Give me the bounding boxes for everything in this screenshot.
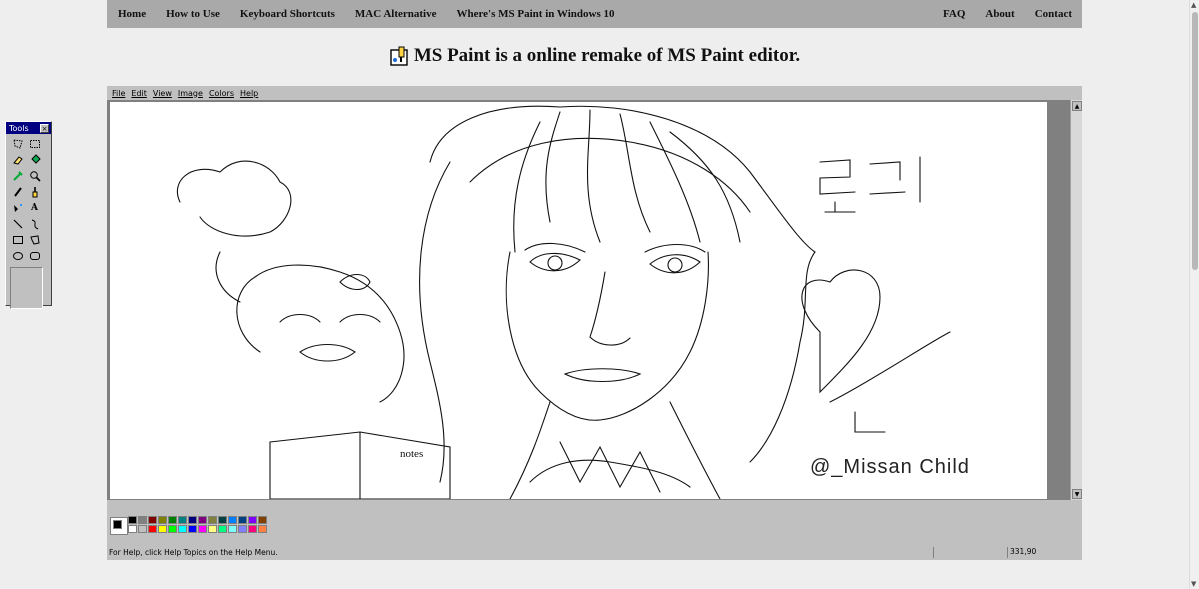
color-swatch[interactable] <box>238 525 247 533</box>
paint-app: File Edit View Image Colors Help notes @… <box>107 86 1082 560</box>
page-scrollbar[interactable]: ▲ ▼ <box>1189 0 1199 589</box>
page-scroll-thumb[interactable] <box>1192 12 1198 270</box>
color-swatch[interactable] <box>238 516 247 524</box>
color-swatch[interactable] <box>178 525 187 533</box>
cursor-coords: 331,90 <box>1010 547 1037 556</box>
menu-file[interactable]: File <box>109 89 128 98</box>
nav-link-faq[interactable]: FAQ <box>933 8 975 20</box>
menu-colors[interactable]: Colors <box>206 89 237 98</box>
color-palette-row <box>107 515 1082 545</box>
nav-link-how-to-use[interactable]: How to Use <box>156 8 230 20</box>
tool-grid: A <box>6 134 51 263</box>
top-nav: Home How to Use Keyboard Shortcuts MAC A… <box>107 0 1082 28</box>
menu-edit[interactable]: Edit <box>128 89 150 98</box>
nav-link-home[interactable]: Home <box>107 8 156 20</box>
color-swatch[interactable] <box>228 525 237 533</box>
nav-link-windows-10[interactable]: Where's MS Paint in Windows 10 <box>446 8 624 20</box>
primary-color <box>113 520 122 529</box>
color-palette <box>128 516 267 533</box>
tool-ellipse-icon[interactable] <box>10 248 25 263</box>
tool-airbrush-icon[interactable] <box>10 200 25 215</box>
paint-menubar: File Edit View Image Colors Help <box>107 86 1082 100</box>
toolbox-titlebar: Tools × <box>6 122 51 134</box>
tool-options-box[interactable] <box>10 267 43 309</box>
menu-image[interactable]: Image <box>175 89 206 98</box>
color-swatch[interactable] <box>218 525 227 533</box>
color-swatch[interactable] <box>138 516 147 524</box>
tool-eraser-icon[interactable] <box>10 152 25 167</box>
color-swatch[interactable] <box>258 516 267 524</box>
tool-pencil-icon[interactable] <box>10 184 25 199</box>
page-headline: MS Paint is a online remake of MS Paint … <box>0 40 1189 72</box>
drawing-canvas[interactable]: notes @_Missan Child 릴리 <box>110 102 1047 499</box>
color-swatch[interactable] <box>248 525 257 533</box>
color-swatch[interactable] <box>158 525 167 533</box>
svg-text:notes: notes <box>400 448 423 460</box>
menu-help[interactable]: Help <box>237 89 261 98</box>
color-swatch[interactable] <box>168 516 177 524</box>
color-swatch[interactable] <box>158 516 167 524</box>
nav-right-group: FAQ About Contact <box>933 8 1082 20</box>
color-swatch[interactable] <box>208 525 217 533</box>
scroll-up-button[interactable]: ▲ <box>1072 101 1082 111</box>
page-scroll-up-icon[interactable]: ▲ <box>1191 1 1196 9</box>
scroll-down-button[interactable]: ▼ <box>1072 489 1082 499</box>
canvas-vertical-scrollbar[interactable]: ▲ ▼ <box>1070 100 1082 500</box>
tool-polygon-icon[interactable] <box>27 232 42 247</box>
color-swatch[interactable] <box>128 525 137 533</box>
status-separator <box>933 547 934 558</box>
color-swatch[interactable] <box>228 516 237 524</box>
nav-link-contact[interactable]: Contact <box>1025 8 1082 20</box>
nav-left-group: Home How to Use Keyboard Shortcuts MAC A… <box>107 8 625 20</box>
color-swatch[interactable] <box>128 516 137 524</box>
color-swatch[interactable] <box>188 525 197 533</box>
tool-line-icon[interactable] <box>10 216 25 231</box>
tool-color-picker-icon[interactable] <box>10 168 25 183</box>
tool-rectangle-icon[interactable] <box>10 232 25 247</box>
color-swatch[interactable] <box>258 525 267 533</box>
color-swatch[interactable] <box>168 525 177 533</box>
color-swatch[interactable] <box>138 525 147 533</box>
tool-brush-icon[interactable] <box>27 184 42 199</box>
color-swatch[interactable] <box>188 516 197 524</box>
color-swatch[interactable] <box>148 516 157 524</box>
color-swatch[interactable] <box>198 525 207 533</box>
tool-rounded-rectangle-icon[interactable] <box>27 248 42 263</box>
status-separator <box>1007 547 1008 558</box>
color-swatch[interactable] <box>178 516 187 524</box>
tool-rect-select-icon[interactable] <box>27 136 42 151</box>
nav-link-mac-alternative[interactable]: MAC Alternative <box>345 8 447 20</box>
headline-text: MS Paint is a online remake of MS Paint … <box>413 45 801 66</box>
tool-text-icon[interactable]: A <box>27 200 42 215</box>
color-swatch[interactable] <box>248 516 257 524</box>
color-swatch[interactable] <box>148 525 157 533</box>
toolbox-close-button[interactable]: × <box>40 123 49 133</box>
nav-link-about[interactable]: About <box>975 8 1024 20</box>
page-scroll-down-icon[interactable]: ▼ <box>1191 580 1196 588</box>
toolbox-title: Tools <box>9 123 29 133</box>
toolbox-panel: Tools × A <box>5 121 52 309</box>
nav-link-keyboard-shortcuts[interactable]: Keyboard Shortcuts <box>230 8 345 20</box>
tool-curve-icon[interactable] <box>27 216 42 231</box>
artwork-signature: @_Missan Child <box>810 456 970 478</box>
status-bar: For Help, click Help Topics on the Help … <box>107 545 1082 560</box>
paint-workspace: notes @_Missan Child 릴리 ▲ ▼ <box>107 100 1082 500</box>
tool-magnifier-icon[interactable] <box>27 168 42 183</box>
line-art-drawing: notes <box>176 105 951 499</box>
tool-free-select-icon[interactable] <box>10 136 25 151</box>
status-help-text: For Help, click Help Topics on the Help … <box>109 548 278 557</box>
tool-fill-bucket-icon[interactable] <box>27 152 42 167</box>
color-swatch[interactable] <box>218 516 227 524</box>
color-swatch[interactable] <box>198 516 207 524</box>
current-colors[interactable] <box>110 517 128 535</box>
color-swatch[interactable] <box>208 516 217 524</box>
paint-logo-icon <box>389 45 411 67</box>
menu-view[interactable]: View <box>150 89 175 98</box>
